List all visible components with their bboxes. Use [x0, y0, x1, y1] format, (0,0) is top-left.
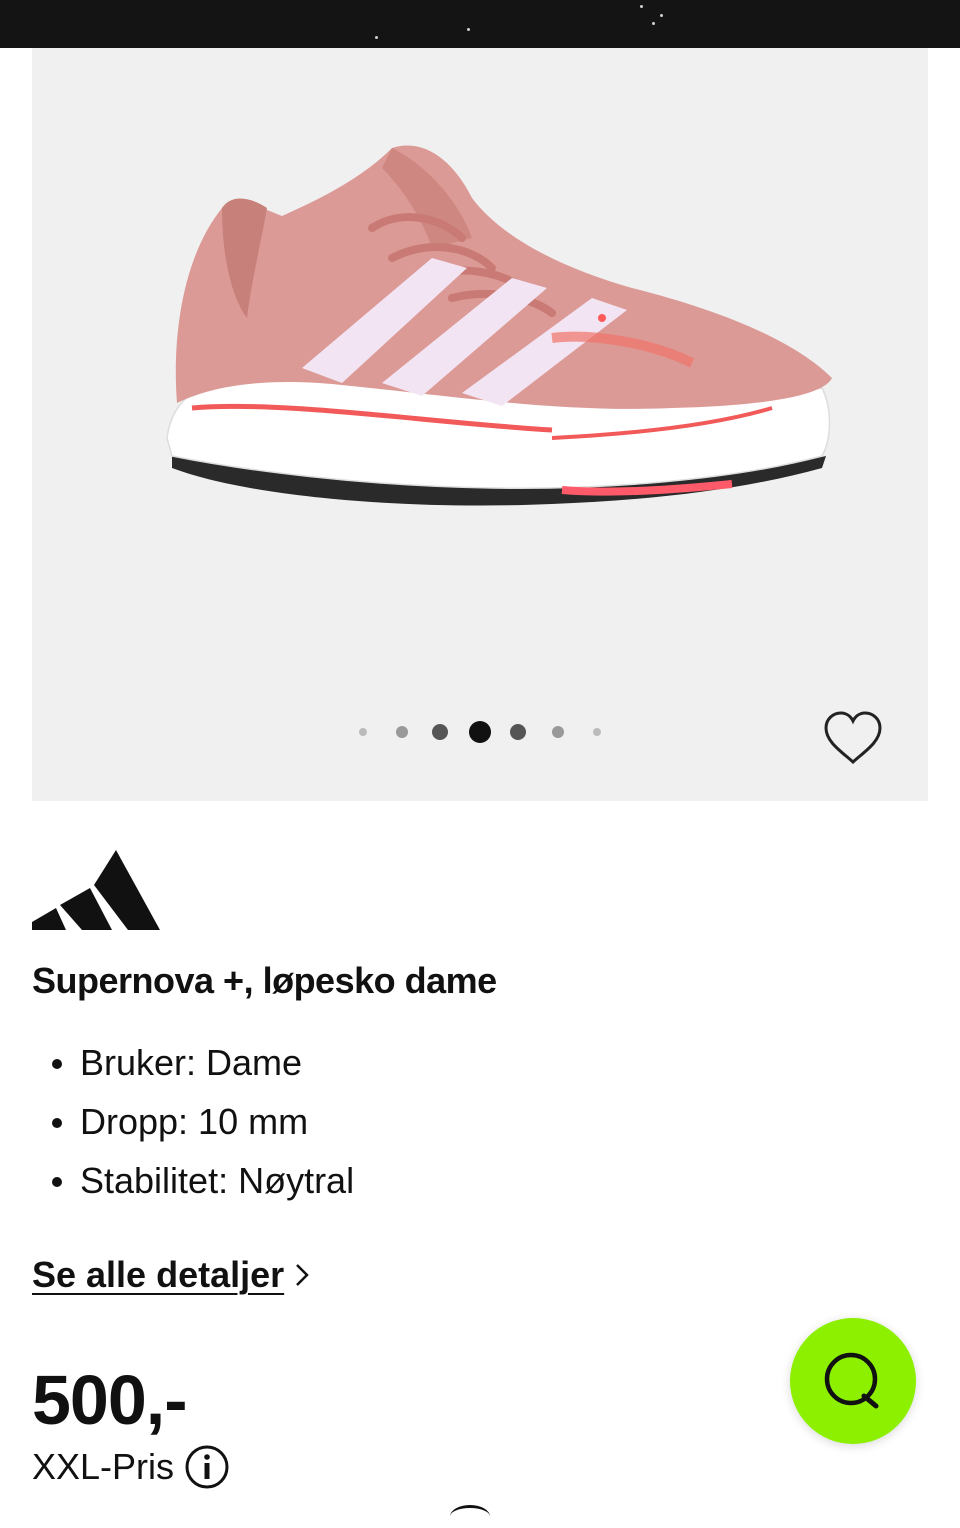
gallery-dot[interactable] — [593, 728, 601, 736]
product-image-gallery[interactable] — [32, 48, 928, 801]
see-all-details-label[interactable]: Se alle detaljer — [32, 1254, 284, 1296]
bullet — [52, 1059, 62, 1069]
price-label-row: XXL-Pris — [32, 1444, 230, 1490]
bullet — [52, 1177, 62, 1187]
chevron-right-icon — [296, 1264, 309, 1286]
status-dot — [640, 5, 643, 8]
status-dot — [652, 22, 655, 25]
feature-text: Bruker: Dame — [80, 1042, 303, 1083]
gallery-dot[interactable] — [396, 726, 408, 738]
gallery-dot[interactable] — [510, 724, 526, 740]
feature-item: Bruker: Dame — [32, 1040, 354, 1099]
gallery-dot-active[interactable] — [469, 721, 491, 743]
feature-text: Stabilitet: Nøytral — [80, 1160, 355, 1201]
chat-button[interactable] — [790, 1318, 916, 1444]
gallery-pagination[interactable] — [32, 720, 928, 744]
product-image — [166, 145, 832, 506]
product-features-list: Bruker: Dame Dropp: 10 mm Stabilitet: Nø… — [32, 1040, 354, 1217]
heart-outline-icon[interactable] — [820, 708, 886, 768]
status-dot — [660, 14, 663, 17]
feature-item: Stabilitet: Nøytral — [32, 1158, 354, 1217]
adidas-logo — [32, 850, 160, 930]
see-all-details-link[interactable]: Se alle detaljer — [32, 1254, 310, 1296]
product-title: Supernova +, løpesko dame — [32, 960, 497, 1001]
home-indicator — [450, 1505, 490, 1528]
chat-bubble-icon — [824, 1352, 879, 1409]
status-dot — [467, 28, 470, 31]
info-circle-icon[interactable] — [184, 1444, 230, 1490]
gallery-dot[interactable] — [432, 724, 448, 740]
gallery-dot[interactable] — [552, 726, 564, 738]
status-dot — [375, 36, 378, 39]
product-price: 500,- — [32, 1361, 188, 1439]
feature-item: Dropp: 10 mm — [32, 1099, 354, 1158]
price-label: XXL-Pris — [32, 1446, 175, 1487]
feature-text: Dropp: 10 mm — [80, 1101, 309, 1142]
gallery-dot[interactable] — [359, 728, 367, 736]
status-bar — [0, 0, 960, 48]
bullet — [52, 1118, 62, 1128]
